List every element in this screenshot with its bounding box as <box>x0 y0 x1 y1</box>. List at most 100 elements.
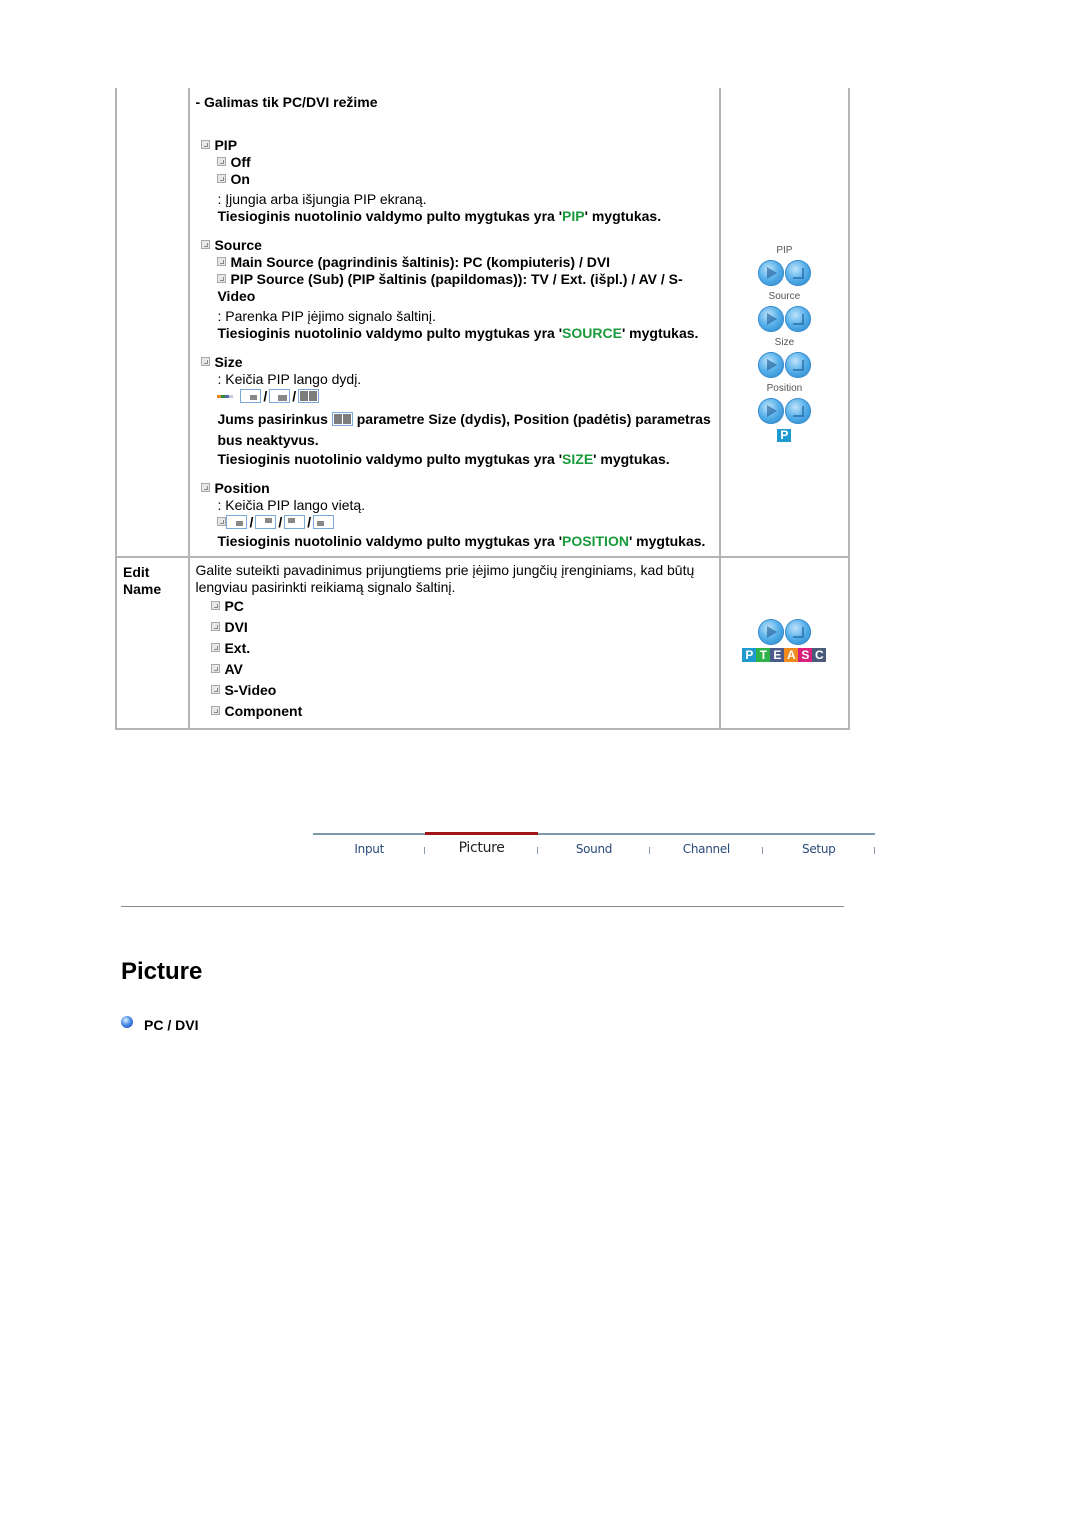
stop-button-icon <box>784 619 811 645</box>
bullet-icon <box>201 357 211 366</box>
tab-separator <box>873 847 875 854</box>
edit-name-row: Edit Name Galite suteikti pavadinimus pr… <box>114 556 851 730</box>
bullet-icon <box>211 643 221 652</box>
tab-sound[interactable]: Sound <box>538 835 651 865</box>
edit-name-option: DVI <box>211 617 712 638</box>
source-remote-note: Tiesioginis nuotolinio valdymo pulto myg… <box>217 325 699 341</box>
icon-label-position: Position <box>766 383 803 394</box>
edit-name-option: AV <box>211 659 712 680</box>
pip-row-label-cell <box>114 88 191 558</box>
edit-name-option: PC <box>211 596 712 617</box>
bullet-icon <box>211 664 221 673</box>
source-title: Source <box>201 237 718 254</box>
pip-row: - Galimas tik PC/DVI režime PIP Off On :… <box>114 88 851 558</box>
position-options: / / / <box>217 514 718 533</box>
play-button-icon <box>757 260 784 286</box>
position-top-left-icon <box>284 515 306 529</box>
bullet-icon <box>217 274 227 283</box>
bullet-icon <box>201 140 211 149</box>
bullet-icon <box>217 174 227 183</box>
color-bar-icon <box>217 395 234 398</box>
pip-section: PIP Off On : Įjungia arba išjungia PIP e… <box>195 137 718 225</box>
menu-tabs: Input Picture Sound Channel Setup <box>313 832 875 865</box>
source-buttons <box>721 306 848 332</box>
position-section: Position : Keičia PIP lango vietą. / / / T… <box>195 480 718 550</box>
edit-name-desc: Galite suteikti pavadinimus prijungtiems… <box>195 562 695 595</box>
edit-name-content: Galite suteikti pavadinimus prijungtiems… <box>188 556 721 730</box>
source-letter-a: A <box>784 648 799 662</box>
play-button-icon <box>757 398 784 424</box>
pip-row-icons: PIP Source Size Position P <box>718 88 851 558</box>
position-bottom-right-icon <box>226 515 248 529</box>
size-desc: : Keičia PIP lango dydį. <box>217 371 362 387</box>
bullet-icon <box>211 685 221 694</box>
edit-name-icons: PTEASC <box>718 556 851 730</box>
tab-setup[interactable]: Setup <box>763 835 875 865</box>
source-main: Main Source (pagrindinis šaltinis): PC (… <box>217 254 718 271</box>
size-section: Size : Keičia PIP lango dydį. / / Jums pa… <box>195 354 718 468</box>
position-desc: : Keičia PIP lango vietą. <box>217 497 366 513</box>
pip-buttons <box>721 260 848 286</box>
icon-label-size: Size <box>774 337 795 348</box>
icon-label-source: Source <box>768 291 801 302</box>
stop-button-icon <box>784 398 811 424</box>
size-small-icon <box>240 389 262 403</box>
bullet-icon <box>217 257 227 266</box>
edit-name-buttons <box>721 619 848 645</box>
position-buttons <box>721 398 848 424</box>
mode-note: - Galimas tik PC/DVI režime <box>195 94 378 110</box>
bullet-icon <box>201 483 211 492</box>
stop-button-icon <box>784 260 811 286</box>
pip-remote-note: Tiesioginis nuotolinio valdymo pulto myg… <box>217 208 662 224</box>
bullet-icon <box>211 706 221 715</box>
source-letter-t: T <box>756 648 771 662</box>
edit-name-label: Edit Name <box>114 556 191 730</box>
source-letters-badge: PTEASC <box>721 648 848 662</box>
bullet-icon <box>217 517 227 526</box>
pip-desc: : Įjungia arba išjungia PIP ekraną. <box>217 191 427 207</box>
tab-channel[interactable]: Channel <box>650 835 763 865</box>
position-top-right-icon <box>255 515 277 529</box>
pip-option-off: Off <box>217 154 718 171</box>
size-options: / / <box>217 388 718 405</box>
divider <box>121 906 844 907</box>
edit-name-options: PC DVI Ext. AV S-Video Component <box>195 596 712 722</box>
page-title: Picture <box>121 958 203 985</box>
pip-row-content: - Galimas tik PC/DVI režime PIP Off On :… <box>188 88 721 558</box>
size-split-icon <box>331 412 353 426</box>
icon-label-pip: PIP <box>776 245 793 256</box>
blue-orb-bullet-icon <box>121 1016 133 1028</box>
stop-button-icon <box>784 352 811 378</box>
edit-name-option: Component <box>211 701 712 722</box>
pip-title: PIP <box>201 137 718 154</box>
subsection-title: PC / DVI <box>144 1017 199 1033</box>
size-large-icon <box>269 389 291 403</box>
source-letter-s: S <box>798 648 813 662</box>
subsection-pc-dvi: PC / DVI <box>121 1016 198 1034</box>
position-title: Position <box>201 480 718 497</box>
size-title: Size <box>201 354 718 371</box>
stop-button-icon <box>784 306 811 332</box>
size-split-icon <box>298 389 320 403</box>
bullet-icon <box>211 601 221 610</box>
edit-name-option: Ext. <box>211 638 712 659</box>
pip-p-badge-icon: P <box>777 429 792 442</box>
source-section: Source Main Source (pagrindinis šaltinis… <box>195 237 718 342</box>
play-button-icon <box>757 619 784 645</box>
edit-name-option: S-Video <box>211 680 712 701</box>
source-pip: PIP Source (Sub) (PIP šaltinis (papildom… <box>217 271 683 304</box>
source-letter-c: C <box>812 648 827 662</box>
bullet-icon <box>217 157 227 166</box>
play-button-icon <box>757 306 784 332</box>
settings-table: - Galimas tik PC/DVI režime PIP Off On :… <box>114 88 851 730</box>
source-desc: : Parenka PIP įėjimo signalo šaltinį. <box>217 308 436 324</box>
bullet-icon <box>201 240 211 249</box>
source-letter-p: P <box>742 648 757 662</box>
position-bottom-left-icon <box>313 515 335 529</box>
tab-picture[interactable]: Picture <box>425 832 539 865</box>
size-buttons <box>721 352 848 378</box>
play-button-icon <box>757 352 784 378</box>
size-note: Jums pasirinkus parametre Size (dydis), … <box>217 411 711 448</box>
tab-input[interactable]: Input <box>313 835 426 865</box>
position-remote-note: Tiesioginis nuotolinio valdymo pulto myg… <box>217 533 706 549</box>
